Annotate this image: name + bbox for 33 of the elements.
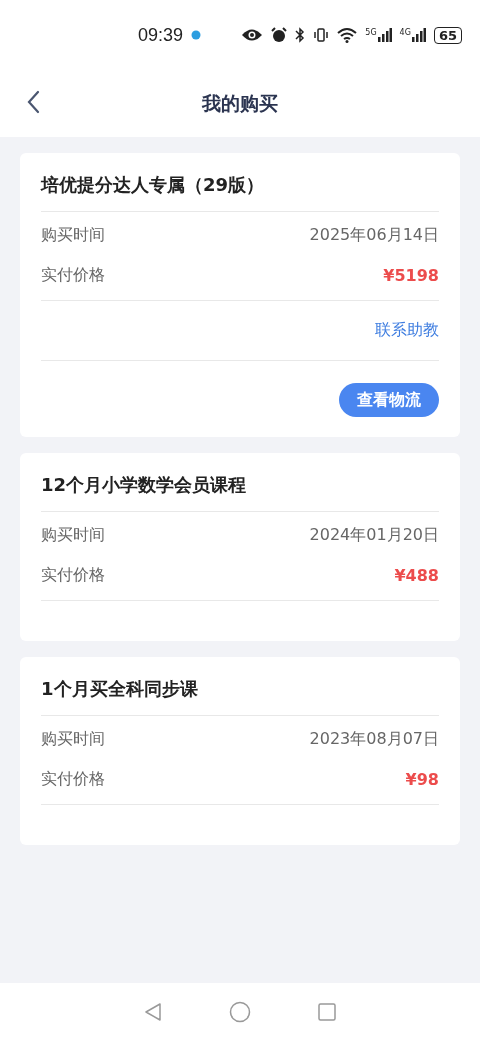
field-label: 购买时间 xyxy=(41,224,105,246)
network-label: 4G xyxy=(399,28,411,37)
page-title: 我的购买 xyxy=(202,90,278,116)
price-value: ¥98 xyxy=(405,769,439,789)
back-nav-icon[interactable] xyxy=(143,1001,163,1022)
price-value: ¥488 xyxy=(394,565,439,585)
order-title: 12个月小学数学会员课程 xyxy=(41,453,439,512)
network-label: 5G xyxy=(365,28,377,37)
wifi-icon xyxy=(337,27,358,43)
price-value: ¥5198 xyxy=(383,265,439,285)
date-value: 2025年06月14日 xyxy=(309,224,439,246)
field-label: 购买时间 xyxy=(41,728,105,750)
signal-icon xyxy=(411,28,426,42)
field-label: 购买时间 xyxy=(41,524,105,546)
eye-icon xyxy=(241,28,264,42)
vibrate-icon xyxy=(313,27,330,43)
alarm-icon xyxy=(271,27,288,43)
contact-link[interactable]: 联系助教 xyxy=(375,320,439,341)
home-nav-icon[interactable] xyxy=(229,1000,251,1023)
field-label: 实付价格 xyxy=(41,768,105,790)
battery-level: 65 xyxy=(433,26,462,44)
recents-nav-icon[interactable] xyxy=(317,1001,337,1022)
order-title: 1个月买全科同步课 xyxy=(41,657,439,716)
bluetooth-icon xyxy=(295,27,306,43)
field-label: 实付价格 xyxy=(41,564,105,586)
status-time: 09:39 xyxy=(138,24,184,46)
app-dot-icon xyxy=(191,30,202,40)
date-value: 2023年08月07日 xyxy=(309,728,439,750)
signal-icon xyxy=(377,28,392,42)
date-value: 2024年01月20日 xyxy=(309,524,439,546)
logistics-button[interactable]: 查看物流 xyxy=(339,383,439,417)
field-label: 实付价格 xyxy=(41,264,105,286)
order-title: 培优提分达人专属（29版） xyxy=(41,153,439,212)
